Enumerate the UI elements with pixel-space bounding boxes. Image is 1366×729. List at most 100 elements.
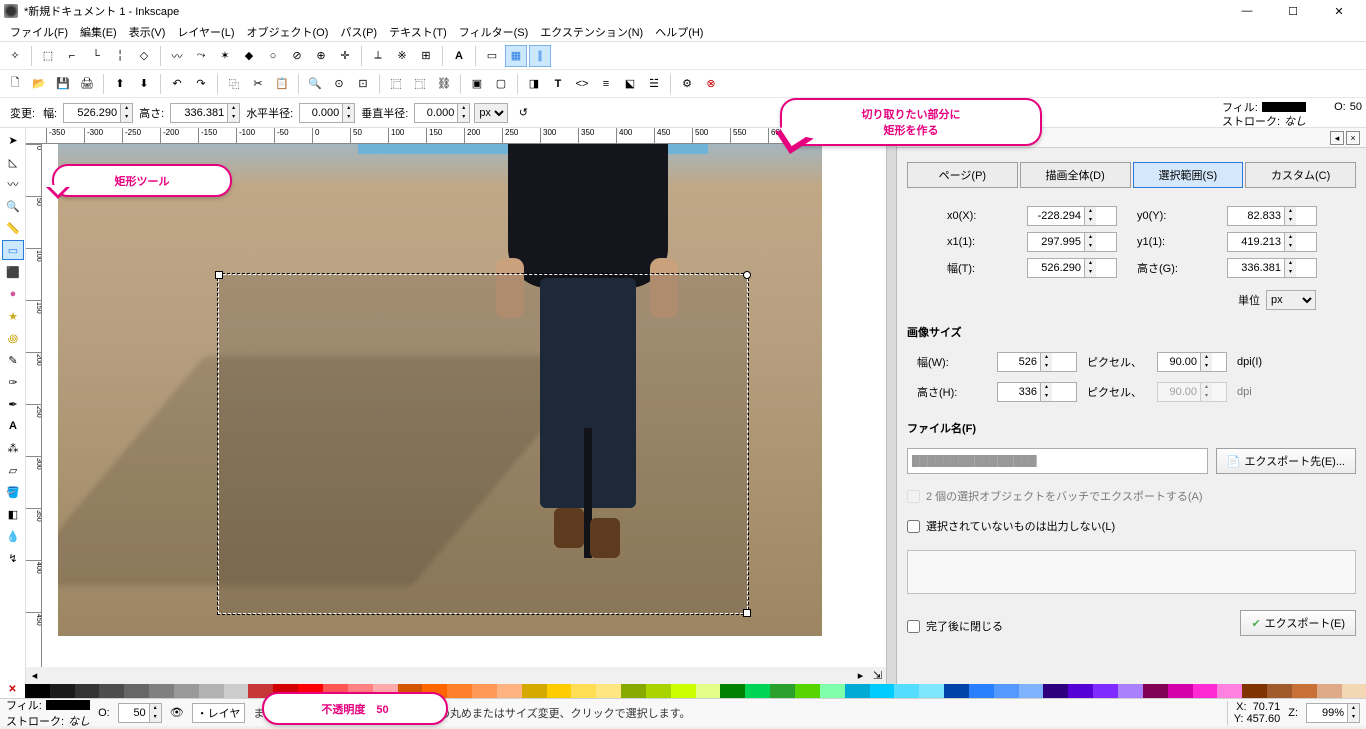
layers-icon[interactable]: ☱ (643, 73, 665, 95)
import-icon[interactable]: ⬆ (109, 73, 131, 95)
palette-swatch[interactable] (1168, 684, 1193, 698)
tweak-tool-icon[interactable]: 〰 (2, 174, 24, 194)
snap-obj-center-icon[interactable]: ⊕ (310, 45, 332, 67)
handle-nw[interactable] (215, 271, 223, 279)
palette-swatch[interactable] (497, 684, 522, 698)
snap-grid-icon[interactable]: ▦ (505, 45, 527, 67)
star-tool-icon[interactable]: ★ (2, 306, 24, 326)
zoom-input[interactable]: ▴▾ (1306, 703, 1360, 723)
snap-text-baseline-icon[interactable]: A (448, 45, 470, 67)
tab-selection[interactable]: 選択範囲(S) (1133, 162, 1244, 188)
palette-swatch[interactable] (1193, 684, 1218, 698)
unit-select[interactable]: px (474, 103, 508, 123)
layer-eye-icon[interactable]: 👁 (170, 706, 184, 719)
spray-tool-icon[interactable]: ⁂ (2, 438, 24, 458)
palette-swatch[interactable] (1143, 684, 1168, 698)
palette-swatch[interactable] (522, 684, 547, 698)
snap-page-border-icon[interactable]: ▭ (481, 45, 503, 67)
spiral-tool-icon[interactable]: ꩜ (2, 328, 24, 348)
undo-icon[interactable]: ↶ (166, 73, 188, 95)
x0-input[interactable]: ▴▾ (1027, 206, 1117, 226)
palette-swatch[interactable] (99, 684, 124, 698)
connector-tool-icon[interactable]: ↯ (2, 548, 24, 568)
menu-path[interactable]: パス(P) (334, 22, 383, 42)
menu-text[interactable]: テキスト(T) (383, 22, 453, 42)
menu-object[interactable]: オブジェクト(O) (241, 22, 335, 42)
height-input[interactable]: ▴▾ (170, 103, 240, 123)
menu-extension[interactable]: エクステンション(N) (534, 22, 649, 42)
palette-swatch[interactable] (1118, 684, 1143, 698)
bezier-tool-icon[interactable]: ✑ (2, 372, 24, 392)
palette-swatch[interactable] (1342, 684, 1366, 698)
palette-swatch[interactable] (1019, 684, 1044, 698)
snap-center-bbox-icon[interactable]: ◇ (133, 45, 155, 67)
ellipse-tool-icon[interactable]: ● (2, 284, 24, 304)
menu-layer[interactable]: レイヤー(L) (171, 22, 240, 42)
scrollbar-horizontal[interactable]: ◂▸⇲ (26, 667, 886, 684)
zoom-draw-icon[interactable]: ⊙ (328, 73, 350, 95)
text-tool-icon[interactable]: A (2, 416, 24, 436)
palette-swatch[interactable] (770, 684, 795, 698)
snap-enable-icon[interactable]: ✧ (4, 45, 26, 67)
snap-cusp-icon[interactable]: ◆ (238, 45, 260, 67)
palette-swatch[interactable] (820, 684, 845, 698)
imgh-input[interactable]: ▴▾ (997, 382, 1077, 402)
snap-page-icon[interactable]: ⊞ (415, 45, 437, 67)
open-icon[interactable]: 📂 (28, 73, 50, 95)
palette-swatch[interactable] (795, 684, 820, 698)
area-unit-select[interactable]: px (1266, 290, 1316, 310)
close-button[interactable]: ✕ (1316, 0, 1362, 22)
width-input[interactable]: ▴▾ (63, 103, 133, 123)
snap-corner-icon[interactable]: └ (85, 45, 107, 67)
palette-swatch[interactable] (1317, 684, 1342, 698)
bw-input[interactable]: ▴▾ (1027, 258, 1117, 278)
filename-input[interactable] (907, 448, 1208, 474)
selection-rectangle[interactable] (218, 274, 748, 614)
batch-checkbox[interactable] (907, 490, 920, 503)
palette-swatch[interactable] (969, 684, 994, 698)
print-icon[interactable]: 🖨 (76, 73, 98, 95)
palette-swatch[interactable] (845, 684, 870, 698)
menu-view[interactable]: 表示(V) (123, 22, 172, 42)
palette-swatch[interactable] (919, 684, 944, 698)
zoom-tool-icon[interactable]: 🔍 (2, 196, 24, 216)
snap-guide-icon[interactable]: ∥ (529, 45, 551, 67)
snap-bbox-icon[interactable]: ⬚ (37, 45, 59, 67)
palette-swatch[interactable] (696, 684, 721, 698)
palette-swatch[interactable] (547, 684, 572, 698)
reset-rounding-icon[interactable]: ↺ (512, 102, 534, 124)
dpi1-input[interactable]: ▴▾ (1157, 352, 1227, 372)
eraser-tool-icon[interactable]: ▱ (2, 460, 24, 480)
dropper-tool-icon[interactable]: 💧 (2, 526, 24, 546)
rectangle-tool-icon[interactable]: ▭ (2, 240, 24, 260)
zoom-sel-icon[interactable]: 🔍 (304, 73, 326, 95)
palette-swatch[interactable] (621, 684, 646, 698)
palette-swatch[interactable] (745, 684, 770, 698)
redo-icon[interactable]: ↷ (190, 73, 212, 95)
calligraphy-tool-icon[interactable]: ✒ (2, 394, 24, 414)
gradient-tool-icon[interactable]: ◧ (2, 504, 24, 524)
pencil-tool-icon[interactable]: ✎ (2, 350, 24, 370)
dock-close-icon[interactable]: × (1346, 131, 1360, 145)
menu-help[interactable]: ヘルプ(H) (649, 22, 709, 42)
export-icon[interactable]: ⬇ (133, 73, 155, 95)
ungroup-icon[interactable]: ▢ (490, 73, 512, 95)
snap-rot-center-icon[interactable]: ✛ (334, 45, 356, 67)
handle-ne[interactable] (743, 271, 751, 279)
doc-props-icon[interactable]: ⊗ (700, 73, 722, 95)
dock-pin-icon[interactable]: ◂ (1330, 131, 1344, 145)
ry-input[interactable]: ▴▾ (414, 103, 470, 123)
zoom-page-icon[interactable]: ⊡ (352, 73, 374, 95)
palette-swatch[interactable] (994, 684, 1019, 698)
duplicate-icon[interactable]: ⿸ (385, 73, 407, 95)
mini-fill-swatch[interactable] (1262, 102, 1306, 112)
palette-swatch[interactable] (124, 684, 149, 698)
y1-input[interactable]: ▴▾ (1227, 232, 1317, 252)
palette-swatch[interactable] (224, 684, 249, 698)
close-after-checkbox[interactable] (907, 620, 920, 633)
y0-input[interactable]: ▴▾ (1227, 206, 1317, 226)
group-icon[interactable]: ▣ (466, 73, 488, 95)
measure-tool-icon[interactable]: 📏 (2, 218, 24, 238)
snap-smooth-icon[interactable]: ○ (262, 45, 284, 67)
unlink-icon[interactable]: ⛓ (433, 73, 455, 95)
